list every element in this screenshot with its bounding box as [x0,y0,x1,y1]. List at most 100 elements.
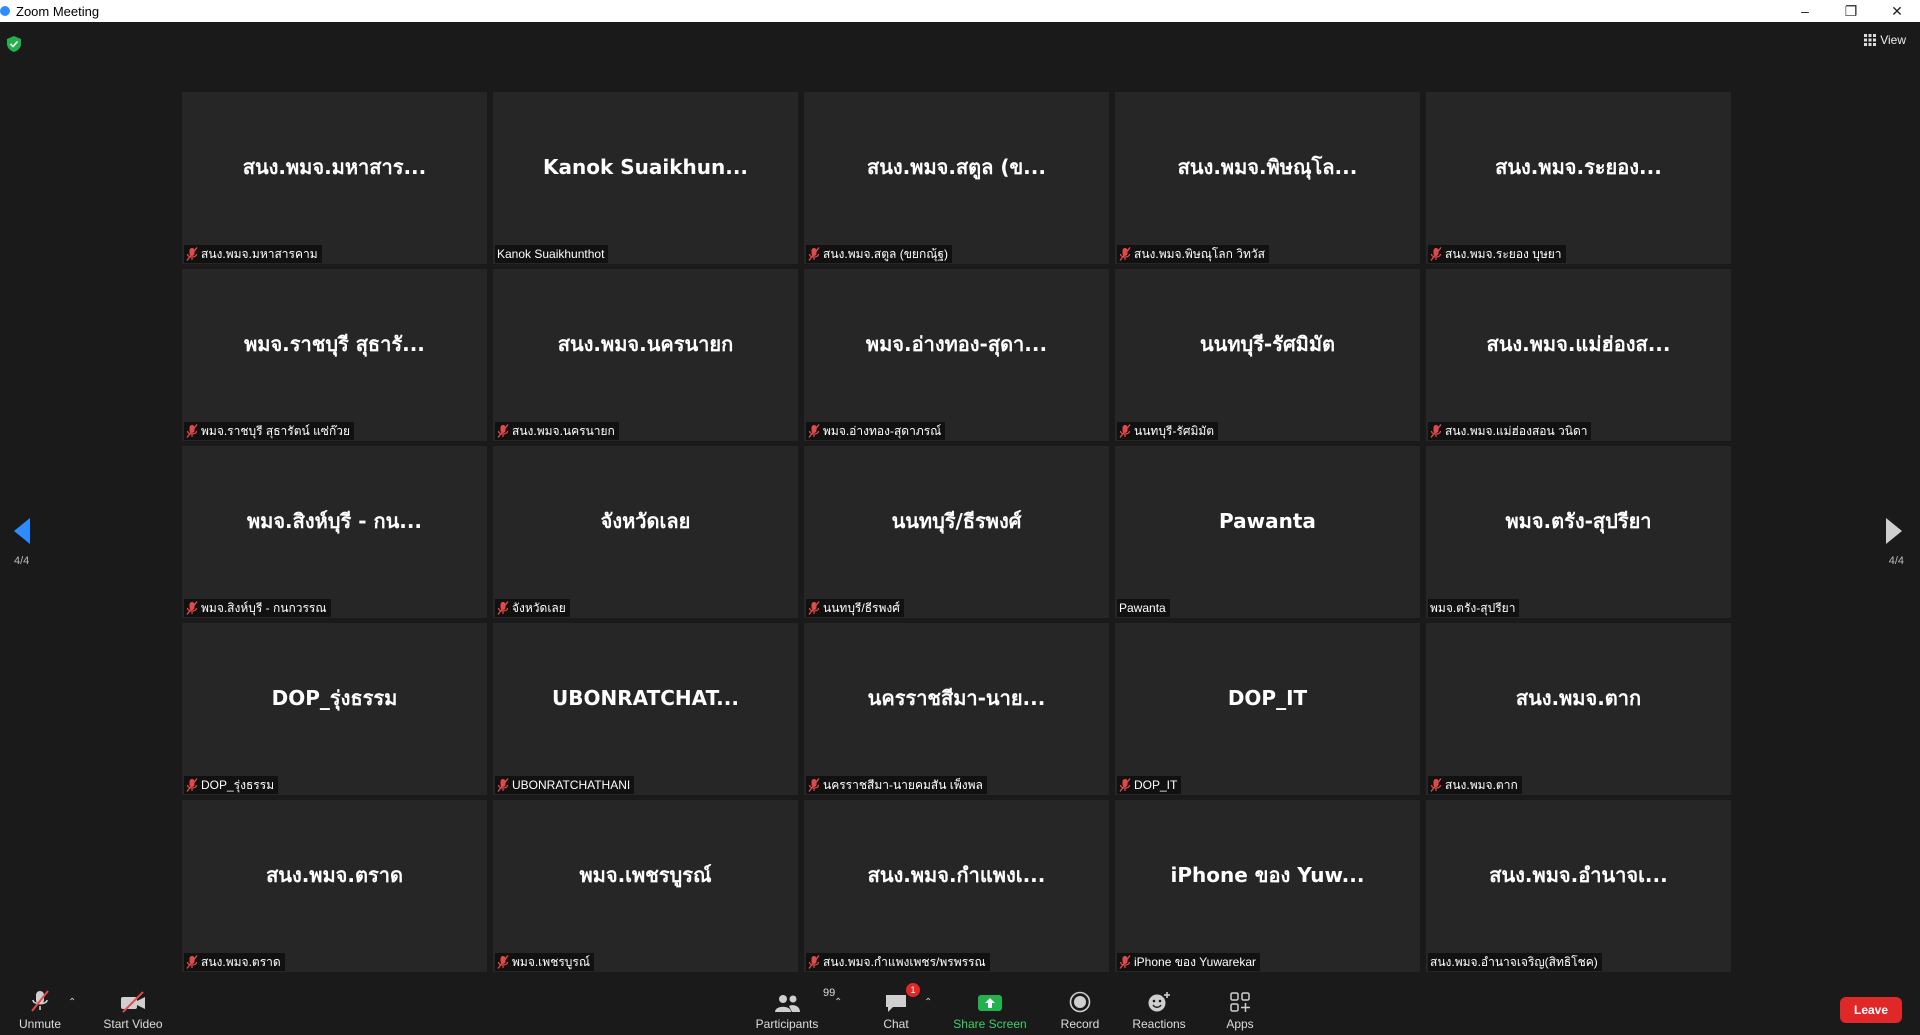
microphone-muted-icon [31,990,49,1012]
participant-tile[interactable]: UBONRATCHAT... UBONRATCHATHANI [493,623,798,795]
restore-icon[interactable]: ❐ [1828,0,1874,22]
muted-microphone-icon [808,247,820,261]
participant-tile[interactable]: สนง.พมจ.ตราด สนง.พมจ.ตราด [182,800,487,972]
participant-name-label: สนง.พมจ.กำแพงเพชร/พรพรรณ [806,953,990,971]
leave-button[interactable]: Leave [1840,997,1902,1023]
participant-display-name: นนทบุรี-รัศมิมัต [1199,332,1336,356]
unmute-label: Unmute [18,1017,62,1031]
participant-name-label: นนทบุรี/ธีรพงศ์ [806,599,904,617]
start-video-button[interactable]: Start Video [100,981,166,1035]
participant-tile[interactable]: สนง.พมจ.แม่ฮ่องส... สนง.พมจ.แม่ฮ่องสอน วน… [1426,269,1731,441]
participant-tile[interactable]: นนทบุรี-รัศมิมัต นนทบุรี-รัศมิมัต [1115,269,1420,441]
participant-name-text: สนง.พมจ.ระยอง บุษยา [1445,246,1562,261]
participant-tile[interactable]: สนง.พมจ.อำนาจเ... สนง.พมจ.อำนาจเจริญ(สิทธ… [1426,800,1731,972]
participant-name-text: สนง.พมจ.ตราด [201,954,281,969]
participant-name-label: DOP_รุ่งธรรม [184,776,279,794]
participant-name-label: Pawanta [1117,599,1170,617]
participant-tile[interactable]: DOP_IT DOP_IT [1115,623,1420,795]
share-screen-label: Share Screen [953,1017,1027,1031]
record-button[interactable]: Record [1058,981,1102,1035]
participant-display-name: พมจ.ราชบุรี สุธารั... [244,332,425,356]
audio-options-caret-icon[interactable]: ⌃ [68,997,76,1008]
participant-display-name: สนง.พมจ.พิษณุโล... [1177,155,1358,179]
muted-microphone-icon [1119,424,1131,438]
participant-tile[interactable]: นนทบุรี/ธีรพงศ์ นนทบุรี/ธีรพงศ์ [804,446,1109,618]
minimize-icon[interactable]: – [1782,0,1828,22]
participant-name-text: สนง.พมจ.นครนายก [512,423,615,438]
participant-tile[interactable]: Kanok Suaikhun... Kanok Suaikhunthot [493,92,798,264]
zoom-app-icon [0,6,10,16]
unmute-button[interactable]: Unmute [14,981,66,1035]
view-button[interactable]: View [1864,33,1906,47]
participant-name-label: สนง.พมจ.สตูล (ขยกณุ้ฐ) [806,245,952,263]
view-label: View [1880,33,1906,47]
participant-tile[interactable]: นครราชสีมา-นาย... นครราชสีมา-นายคมสัน เพ็… [804,623,1109,795]
participant-tile[interactable]: พมจ.เพชรบูรณ์ พมจ.เพชรบูรณ์ [493,800,798,972]
participant-tile[interactable]: สนง.พมจ.ตาก สนง.พมจ.ตาก [1426,623,1731,795]
close-icon[interactable]: ✕ [1874,0,1920,22]
participant-tile[interactable]: สนง.พมจ.กำแพงเ... สนง.พมจ.กำแพงเพชร/พรพรร… [804,800,1109,972]
participant-name-text: สนง.พมจ.ตาก [1445,777,1518,792]
next-page-arrow-icon[interactable] [1880,516,1906,546]
participant-name-text: สนง.พมจ.กำแพงเพชร/พรพรรณ [823,954,986,969]
participants-icon [775,995,800,1012]
participants-button[interactable]: 99 Participants [752,981,836,1035]
participant-name-label: จังหวัดเลย [495,599,570,617]
participant-tile[interactable]: พมจ.ราชบุรี สุธารั... พมจ.ราชบุรี สุธารัต… [182,269,487,441]
window-controls: – ❐ ✕ [1782,0,1920,22]
participant-name-text: DOP_IT [1134,778,1178,792]
chat-label: Chat [883,1017,909,1031]
meeting-toolbar: Unmute ⌃ Start Video 99 Participants ⌃ 1… [0,981,1920,1035]
participant-name-text: พมจ.อ่างทอง-สุดาภรณ์ [823,423,942,438]
participant-name-label: DOP_IT [1117,776,1182,794]
participant-tile[interactable]: พมจ.ตรัง-สุปรียา พมจ.ตรัง-สุปรียา [1426,446,1731,618]
participant-display-name: สนง.พมจ.ตาก [1515,686,1642,710]
participant-tile[interactable]: สนง.พมจ.นครนายก สนง.พมจ.นครนายก [493,269,798,441]
muted-microphone-icon [497,955,509,969]
participant-display-name: DOP_IT [1227,686,1308,710]
participant-tile[interactable]: จังหวัดเลย จังหวัดเลย [493,446,798,618]
muted-microphone-icon [808,424,820,438]
participant-name-label: สนง.พมจ.มหาสารคาม [184,245,322,263]
chat-icon [886,995,906,1012]
participant-tile[interactable]: สนง.พมจ.พิษณุโล... สนง.พมจ.พิษณุโลก วิทวั… [1115,92,1420,264]
muted-microphone-icon [497,424,509,438]
participant-tile[interactable]: สนง.พมจ.ระยอง... สนง.พมจ.ระยอง บุษยา [1426,92,1731,264]
participant-display-name: จังหวัดเลย [600,509,691,533]
chat-options-caret-icon[interactable]: ⌃ [924,997,932,1008]
participant-name-label: Kanok Suaikhunthot [495,245,609,263]
muted-microphone-icon [808,955,820,969]
participant-tile[interactable]: สนง.พมจ.สตูล (ข... สนง.พมจ.สตูล (ขยกณุ้ฐ) [804,92,1109,264]
participant-display-name: สนง.พมจ.สตูล (ข... [867,155,1046,179]
participant-name-text: สนง.พมจ.พิษณุโลก วิทวัส [1134,246,1265,261]
participant-tile[interactable]: สนง.พมจ.มหาสาร... สนง.พมจ.มหาสารคาม [182,92,487,264]
share-screen-button[interactable]: Share Screen [952,981,1028,1035]
participant-name-text: UBONRATCHATHANI [512,778,631,792]
participant-name-text: สนง.พมจ.อำนาจเจริญ(สิทธิโชค) [1430,954,1598,969]
participant-tile[interactable]: Pawanta Pawanta [1115,446,1420,618]
window-titlebar: Zoom Meeting – ❐ ✕ [0,0,1920,22]
shield-icon[interactable] [7,36,21,52]
participant-name-label: พมจ.ราชบุรี สุธารัตน์ แซ่ก๊วย [184,422,354,440]
chat-button[interactable]: 1 Chat [876,981,920,1035]
muted-microphone-icon [1430,247,1442,261]
meeting-topbar: View [0,22,1920,84]
participant-name-text: Kanok Suaikhunthot [497,247,605,261]
participant-tile[interactable]: พมจ.อ่างทอง-สุดา... พมจ.อ่างทอง-สุดาภรณ์ [804,269,1109,441]
page-indicator-left: 4/4 [14,555,30,567]
participant-display-name: สนง.พมจ.กำแพงเ... [867,863,1046,887]
participant-tile[interactable]: พมจ.สิงห์บุรี - กน... พมจ.สิงห์บุรี - กนก… [182,446,487,618]
previous-page-arrow-icon[interactable] [10,516,36,546]
apps-button[interactable]: Apps [1220,981,1260,1035]
reactions-button[interactable]: Reactions [1132,981,1186,1035]
participant-name-label: พมจ.เพชรบูรณ์ [495,953,594,971]
window-title: Zoom Meeting [16,3,100,19]
participant-name-text: สนง.พมจ.มหาสารคาม [201,246,318,261]
reactions-smiley-icon [1148,992,1170,1012]
participant-name-text: Pawanta [1119,601,1166,615]
participant-display-name: UBONRATCHAT... [552,686,739,710]
participants-options-caret-icon[interactable]: ⌃ [834,997,842,1008]
participant-tile[interactable]: DOP_รุ่งธรรม DOP_รุ่งธรรม [182,623,487,795]
participant-tile[interactable]: iPhone ของ Yuw... iPhone ของ Yuwarekar [1115,800,1420,972]
participant-display-name: สนง.พมจ.ระยอง... [1495,155,1662,179]
